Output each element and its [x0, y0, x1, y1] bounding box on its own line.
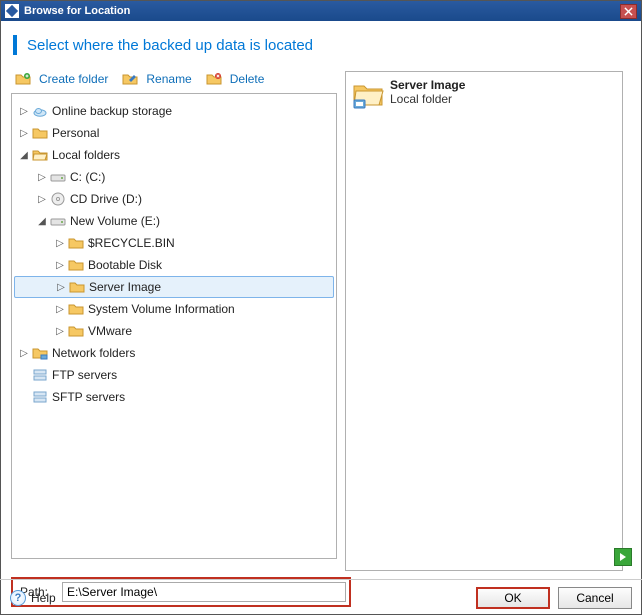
tree-item-local-folders[interactable]: ◢ Local folders [14, 144, 334, 166]
help-icon: ? [10, 590, 26, 606]
tree-item-sysvol[interactable]: ▷ System Volume Information [14, 298, 334, 320]
tree-item-bootable[interactable]: ▷ Bootable Disk [14, 254, 334, 276]
cloud-icon [32, 103, 48, 119]
tree-item-network-folders[interactable]: ▷ Network folders [14, 342, 334, 364]
close-button[interactable] [620, 4, 637, 19]
window-title: Browse for Location [24, 5, 620, 17]
big-folder-icon [352, 78, 384, 110]
detail-subtitle: Local folder [390, 92, 465, 106]
folder-open-icon [32, 147, 48, 163]
tree-label: C: (C:) [70, 170, 105, 184]
expand-icon[interactable]: ▷ [18, 106, 30, 117]
tree-label: Server Image [89, 280, 161, 294]
tree-item-online-backup[interactable]: ▷ Online backup storage [14, 100, 334, 122]
detail-title: Server Image [390, 78, 465, 92]
expand-icon[interactable]: ▷ [54, 304, 66, 315]
folder-icon [68, 257, 84, 273]
create-folder-label: Create folder [39, 72, 108, 86]
tree-item-ftp[interactable]: ▷ FTP servers [14, 364, 334, 386]
server-icon [32, 389, 48, 405]
subtitle-row: Select where the backed up data is locat… [1, 21, 641, 71]
delete-label: Delete [230, 72, 265, 86]
expand-icon[interactable]: ▷ [18, 128, 30, 139]
toolbar: Create folder Rename Delete [11, 71, 337, 93]
collapse-icon[interactable]: ◢ [36, 216, 48, 227]
tree-label: New Volume (E:) [70, 214, 160, 228]
tree-label: FTP servers [52, 368, 117, 382]
app-icon [5, 4, 19, 18]
location-tree[interactable]: ▷ Online backup storage ▷ Personal ◢ Loc… [11, 93, 337, 559]
tree-label: Online backup storage [52, 104, 172, 118]
help-label: Help [31, 591, 56, 605]
disc-icon [50, 191, 66, 207]
rename-icon [122, 71, 138, 87]
expand-icon[interactable]: ▷ [36, 172, 48, 183]
server-icon [32, 367, 48, 383]
tree-item-personal[interactable]: ▷ Personal [14, 122, 334, 144]
tree-label: VMware [88, 324, 132, 338]
tree-label: SFTP servers [52, 390, 125, 404]
tree-item-recycle[interactable]: ▷ $RECYCLE.BIN [14, 232, 334, 254]
tree-item-new-volume[interactable]: ◢ New Volume (E:) [14, 210, 334, 232]
rename-label: Rename [146, 72, 191, 86]
expand-icon[interactable]: ▷ [55, 282, 67, 293]
create-folder-button[interactable]: Create folder [13, 71, 108, 87]
folder-icon [69, 279, 85, 295]
drive-icon [50, 213, 66, 229]
tree-label: Local folders [52, 148, 120, 162]
expand-icon[interactable]: ▷ [54, 260, 66, 271]
close-icon [624, 7, 633, 16]
tree-item-vmware[interactable]: ▷ VMware [14, 320, 334, 342]
expand-icon[interactable]: ▷ [18, 348, 30, 359]
expand-icon[interactable]: ▷ [54, 326, 66, 337]
tree-label: CD Drive (D:) [70, 192, 142, 206]
tree-item-c-drive[interactable]: ▷ C: (C:) [14, 166, 334, 188]
folder-icon [32, 125, 48, 141]
help-button[interactable]: ? Help [10, 590, 56, 606]
titlebar: Browse for Location [1, 1, 641, 21]
delete-button[interactable]: Delete [204, 71, 265, 87]
subtitle-accent [13, 35, 17, 55]
go-button[interactable] [614, 548, 632, 566]
drive-icon [50, 169, 66, 185]
folder-icon [68, 323, 84, 339]
expand-icon[interactable]: ▷ [36, 194, 48, 205]
expand-icon[interactable]: ▷ [54, 238, 66, 249]
delete-icon [206, 71, 222, 87]
network-folder-icon [32, 345, 48, 361]
arrow-right-icon [618, 552, 628, 562]
tree-label: Bootable Disk [88, 258, 162, 272]
tree-label: Network folders [52, 346, 135, 360]
ok-button[interactable]: OK [476, 587, 550, 609]
detail-pane: Server Image Local folder [345, 71, 623, 571]
cancel-button[interactable]: Cancel [558, 587, 632, 609]
tree-item-server-image[interactable]: ▷ Server Image [14, 276, 334, 298]
folder-icon [68, 235, 84, 251]
tree-label: $RECYCLE.BIN [88, 236, 175, 250]
footer: ? Help OK Cancel [0, 579, 642, 615]
folder-icon [68, 301, 84, 317]
tree-item-sftp[interactable]: ▷ SFTP servers [14, 386, 334, 408]
folder-plus-icon [15, 71, 31, 87]
tree-label: Personal [52, 126, 99, 140]
rename-button[interactable]: Rename [120, 71, 191, 87]
subtitle-text: Select where the backed up data is locat… [27, 37, 313, 54]
tree-item-cd-drive[interactable]: ▷ CD Drive (D:) [14, 188, 334, 210]
tree-label: System Volume Information [88, 302, 235, 316]
collapse-icon[interactable]: ◢ [18, 150, 30, 161]
